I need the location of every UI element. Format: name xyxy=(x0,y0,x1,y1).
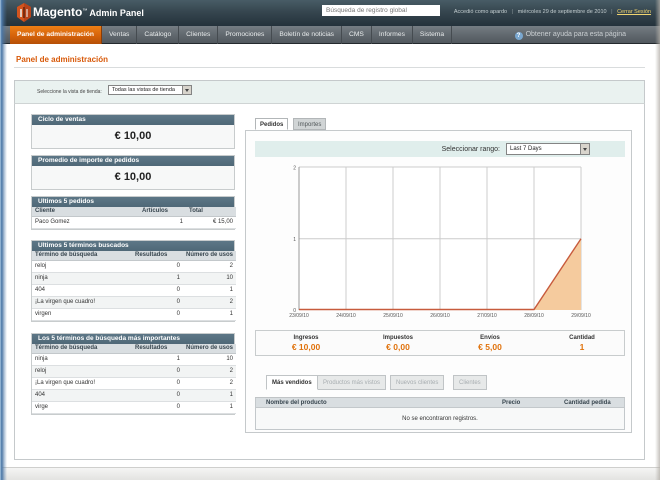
svg-text:27/09/10: 27/09/10 xyxy=(477,313,497,319)
svg-text:24/09/10: 24/09/10 xyxy=(336,313,356,319)
svg-text:2: 2 xyxy=(293,166,296,172)
svg-text:28/09/10: 28/09/10 xyxy=(524,313,544,319)
svg-text:1: 1 xyxy=(293,237,296,243)
svg-text:29/09/10: 29/09/10 xyxy=(571,313,591,319)
svg-text:25/09/10: 25/09/10 xyxy=(383,313,403,319)
svg-text:23/09/10: 23/09/10 xyxy=(289,313,309,319)
svg-text:26/09/10: 26/09/10 xyxy=(430,313,450,319)
